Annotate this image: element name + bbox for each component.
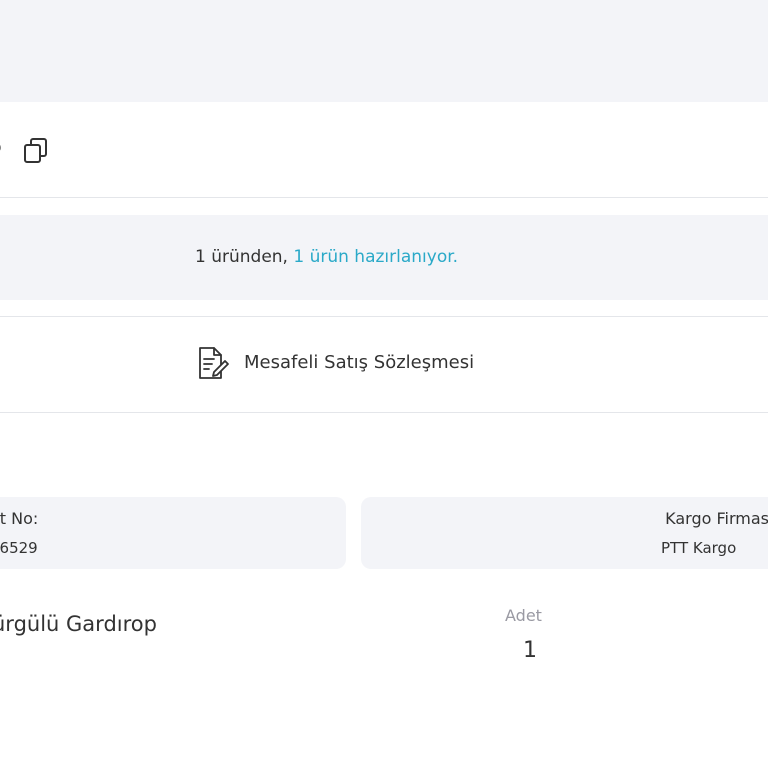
tracking-number-title: at No: (0, 509, 39, 528)
order-status-text: 1 üründen, 1 ürün hazırlanıyor. (195, 247, 458, 267)
order-number: 6 (0, 134, 2, 159)
copy-icon[interactable] (22, 136, 50, 164)
product-name[interactable]: ürgülü Gardırop (0, 612, 157, 636)
quantity-label: Adet (505, 606, 542, 625)
document-edit-icon (194, 345, 230, 381)
tracking-number-value: 96529 (0, 539, 38, 557)
status-prefix: 1 üründen, (195, 247, 294, 267)
quantity-value: 1 (523, 638, 537, 663)
order-number-row (0, 102, 768, 198)
status-highlight: 1 ürün hazırlanıyor. (293, 247, 459, 267)
page-header-bar (0, 0, 768, 102)
contract-label[interactable]: Mesafeli Satış Sözleşmesi (244, 352, 474, 373)
cargo-company-card: Kargo Firmas PTT Kargo (361, 497, 768, 569)
cargo-company-title: Kargo Firmas (665, 509, 768, 528)
tracking-number-card: at No: 96529 (0, 497, 346, 569)
cargo-company-value: PTT Kargo (661, 539, 737, 557)
